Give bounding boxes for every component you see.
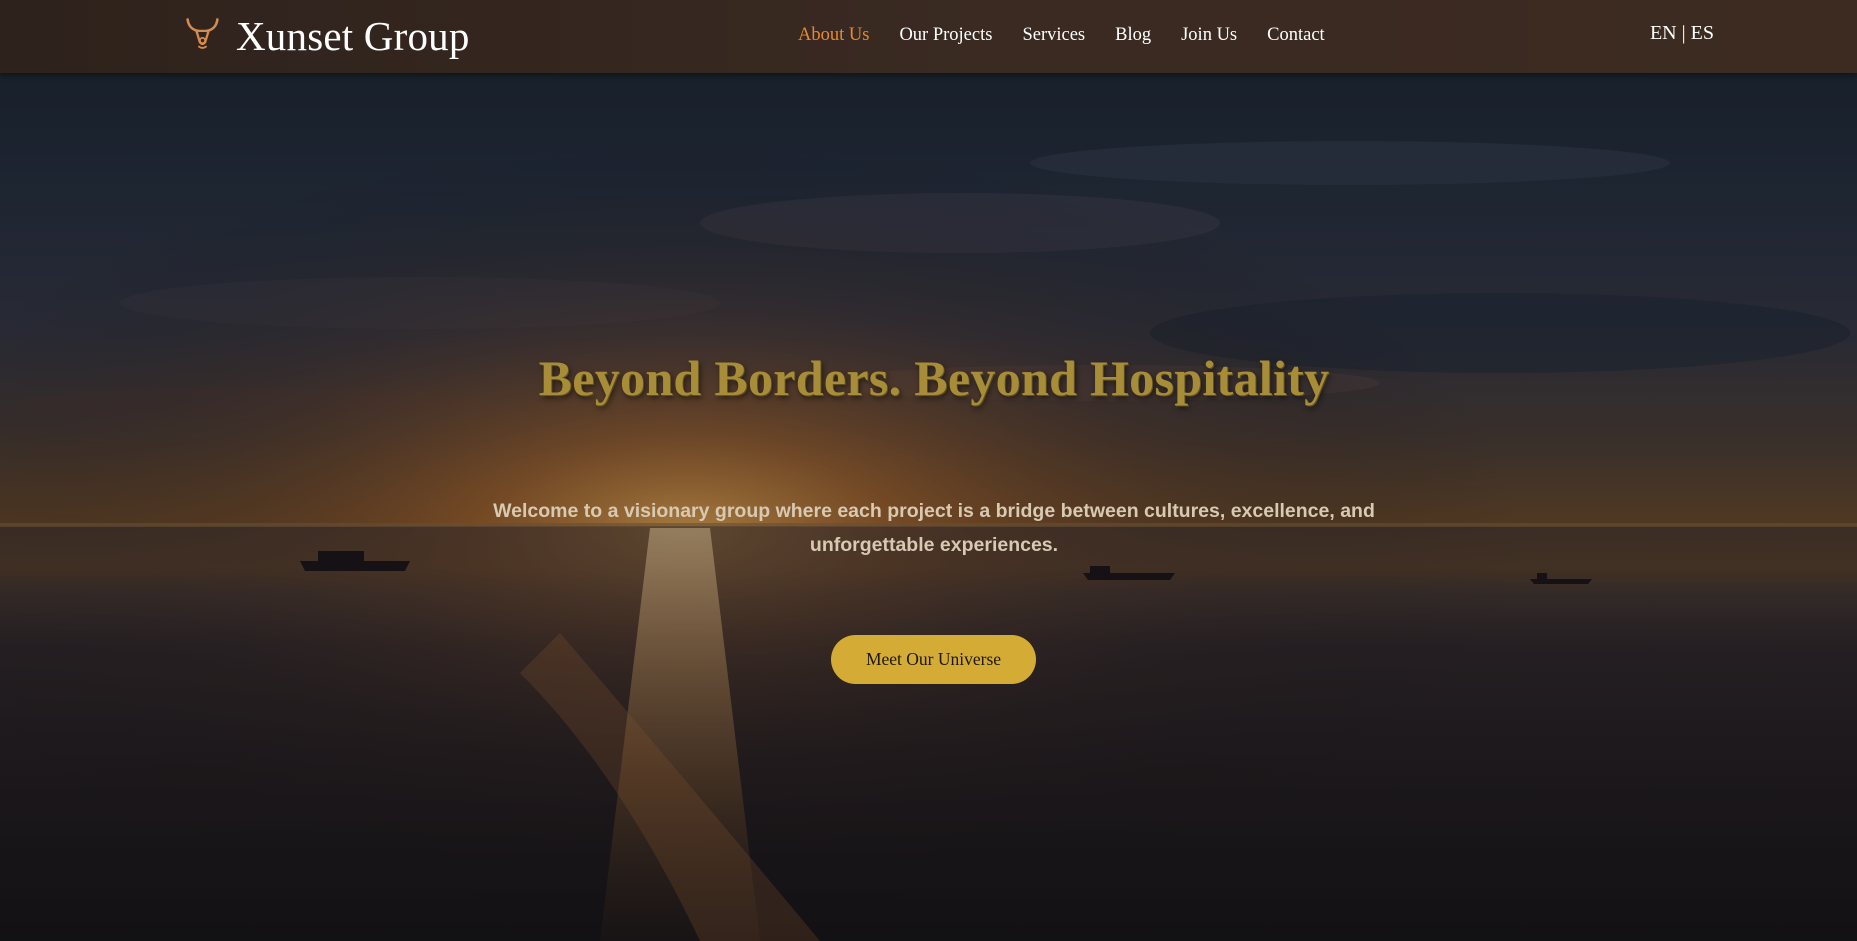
nav-link-blog[interactable]: Blog — [1115, 25, 1151, 46]
bull-head-icon — [186, 17, 219, 49]
hero-title: Beyond Borders. Beyond Hospitality — [538, 350, 1330, 406]
nav-link-services[interactable]: Services — [1022, 25, 1085, 46]
nav-link-our-projects[interactable]: Our Projects — [899, 25, 992, 46]
language-option-en[interactable]: EN — [1650, 22, 1677, 44]
brand-name: Xunset Group — [236, 13, 470, 59]
site-header: Xunset Group About Us Our Projects Servi… — [0, 0, 1857, 73]
hero-section: Beyond Borders. Beyond Hospitality Welco… — [0, 73, 1857, 941]
hero-content: Beyond Borders. Beyond Hospitality Welco… — [0, 73, 1857, 941]
nav-link-about-us[interactable]: About Us — [798, 25, 869, 46]
language-option-es[interactable]: ES — [1691, 22, 1714, 44]
main-nav: About Us Our Projects Services Blog Join… — [798, 0, 1325, 70]
nav-link-join-us[interactable]: Join Us — [1181, 25, 1237, 46]
logo-link[interactable]: Xunset Group — [185, 13, 470, 59]
language-separator: | — [1676, 22, 1691, 44]
hero-subtitle: Welcome to a visionary group where each … — [493, 500, 1375, 556]
meet-our-universe-button[interactable]: Meet Our Universe — [831, 635, 1036, 684]
language-switcher: EN | ES — [1650, 22, 1714, 45]
nav-link-contact[interactable]: Contact — [1267, 25, 1325, 46]
